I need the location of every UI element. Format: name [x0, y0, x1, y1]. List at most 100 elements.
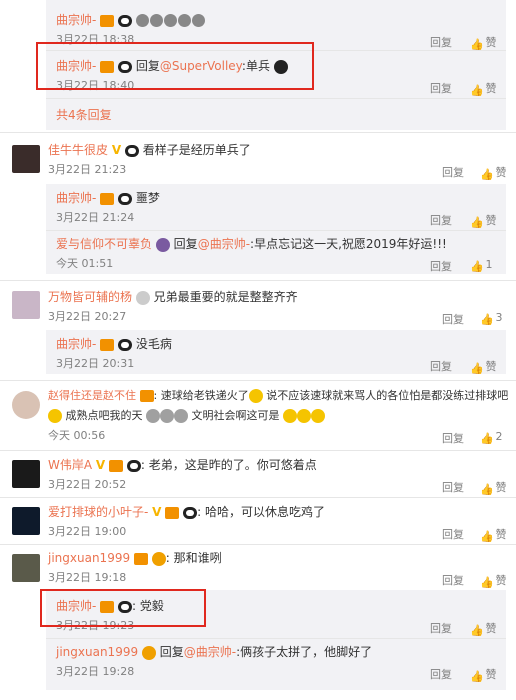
reply-button[interactable]: 回复: [430, 358, 452, 374]
username-link[interactable]: 曲宗帅-: [56, 337, 96, 351]
reply-text: :俩孩子太拼了，他脚好了: [236, 645, 373, 659]
username-link[interactable]: 佳牛牛很皮: [48, 143, 108, 157]
like-button[interactable]: 👍 3: [480, 311, 503, 326]
like-button[interactable]: 👍 1: [470, 258, 493, 273]
emoji-icon: [177, 14, 191, 27]
vip-icon: [165, 506, 180, 519]
emoji-icon: [174, 409, 188, 423]
highlight-box: [40, 589, 206, 627]
panda-icon: [118, 192, 132, 205]
reply-button[interactable]: 回复: [442, 526, 464, 542]
panda-icon: [183, 506, 198, 519]
panda-icon: [126, 459, 141, 472]
like-label: 赞: [485, 622, 497, 635]
reply-button[interactable]: 回复: [430, 212, 452, 228]
separator: [0, 380, 516, 381]
more-replies-link[interactable]: 共4条回复: [56, 105, 516, 125]
like-button[interactable]: 👍 赞: [470, 666, 497, 683]
like-label: 1: [485, 258, 493, 271]
like-button[interactable]: 👍 赞: [470, 80, 497, 97]
reply-button[interactable]: 回复: [430, 620, 452, 636]
vip-icon: [100, 338, 115, 351]
reply-button[interactable]: 回复: [430, 80, 452, 96]
reply-button[interactable]: 回复: [430, 258, 452, 274]
badge-icon: [155, 237, 170, 252]
like-count: 2: [495, 430, 503, 443]
reply-button[interactable]: 回复: [442, 430, 464, 446]
like-button[interactable]: 👍 赞: [470, 358, 497, 375]
vip-icon: [139, 390, 154, 402]
reply-button[interactable]: 回复: [442, 479, 464, 495]
username-link[interactable]: 曲宗帅-: [56, 13, 96, 27]
reply-row: 曲宗帅-: [56, 10, 516, 30]
reply-button[interactable]: 回复: [430, 666, 452, 682]
like-button[interactable]: 👍 赞: [480, 479, 507, 496]
highlight-box: [36, 42, 314, 90]
separator: [0, 132, 516, 133]
thumb-up-icon: 👍: [470, 361, 484, 375]
username-link[interactable]: W伟岸A: [48, 458, 92, 472]
avatar[interactable]: [12, 145, 40, 173]
thumb-up-icon: 👍: [470, 623, 484, 637]
comment-row: jingxuan1999 : 那和谁咧: [48, 551, 222, 566]
emoji-sequence: [135, 13, 206, 27]
comment-text: 文明社会啊这可是: [191, 409, 280, 422]
reply-button[interactable]: 回复: [442, 572, 464, 588]
username-link[interactable]: jingxuan1999: [48, 551, 130, 565]
comment-text: 速球给老铁递火了: [160, 389, 249, 402]
avatar[interactable]: [12, 391, 40, 419]
like-label: 赞: [495, 166, 507, 179]
thumb-up-icon: 👍: [480, 312, 494, 326]
comment-row: 爱打排球的小叶子- V : 哈哈，可以休息吃鸡了: [48, 505, 325, 519]
comment-text: 哈哈，可以休息吃鸡了: [204, 505, 325, 519]
reply-text: 噩梦: [135, 191, 160, 205]
emoji-icon: [146, 409, 160, 423]
reply-text: 没毛病: [135, 337, 172, 351]
thumb-up-icon: 👍: [470, 37, 484, 51]
reply-button[interactable]: 回复: [442, 164, 464, 180]
username-link[interactable]: 赵得住还是赵不住: [48, 389, 136, 402]
like-count: 3: [495, 311, 503, 324]
username-link[interactable]: 曲宗帅-: [56, 191, 96, 205]
verified-icon: V: [111, 143, 122, 157]
like-label: 赞: [485, 360, 497, 373]
emoji-icon: [297, 409, 311, 423]
avatar[interactable]: [12, 554, 40, 582]
emoji-icon: [149, 14, 163, 27]
username-link[interactable]: 万物皆可辅的杨: [48, 290, 132, 304]
emoji-icon: [283, 409, 297, 423]
reply-row: 爱与信仰不可辜负 回复@曲宗帅-:早点忘记这一天,祝愿2019年好运!!!: [56, 234, 516, 254]
like-button[interactable]: 👍 2: [480, 430, 503, 445]
avatar[interactable]: [12, 460, 40, 488]
avatar[interactable]: [12, 507, 40, 535]
like-button[interactable]: 👍 赞: [470, 620, 497, 637]
like-button[interactable]: 👍 赞: [480, 526, 507, 543]
separator: [0, 280, 516, 281]
like-button[interactable]: 👍 赞: [480, 164, 507, 181]
username-link[interactable]: 爱打排球的小叶子-: [48, 505, 148, 519]
thumb-up-icon: 👍: [480, 431, 494, 445]
thumb-up-icon: 👍: [480, 529, 494, 543]
divider: [46, 638, 506, 639]
avatar[interactable]: [12, 291, 40, 319]
vip-icon: [109, 459, 124, 472]
comment-text: 那和谁咧: [173, 551, 222, 565]
mention-link[interactable]: @曲宗帅-: [198, 237, 250, 251]
vip-icon: [100, 14, 115, 27]
comment-row: 佳牛牛很皮 V 看样子是经历单兵了: [48, 140, 516, 160]
like-button[interactable]: 👍 赞: [470, 34, 497, 51]
separator: [0, 497, 516, 498]
emoji-icon: [191, 14, 205, 27]
comment-text: 兄弟最重要的就是整整齐齐: [153, 290, 298, 304]
separator: [0, 450, 516, 451]
mention-link[interactable]: @曲宗帅-: [184, 645, 236, 659]
like-button[interactable]: 👍 赞: [470, 212, 497, 229]
reply-button[interactable]: 回复: [430, 34, 452, 50]
badge-icon: [135, 290, 150, 305]
like-button[interactable]: 👍 赞: [480, 572, 507, 589]
reply-button[interactable]: 回复: [442, 311, 464, 327]
reply-prefix: 回复: [159, 645, 184, 659]
username-link[interactable]: jingxuan1999: [56, 645, 138, 659]
username-link[interactable]: 爱与信仰不可辜负: [56, 237, 152, 251]
like-label: 赞: [495, 528, 507, 541]
